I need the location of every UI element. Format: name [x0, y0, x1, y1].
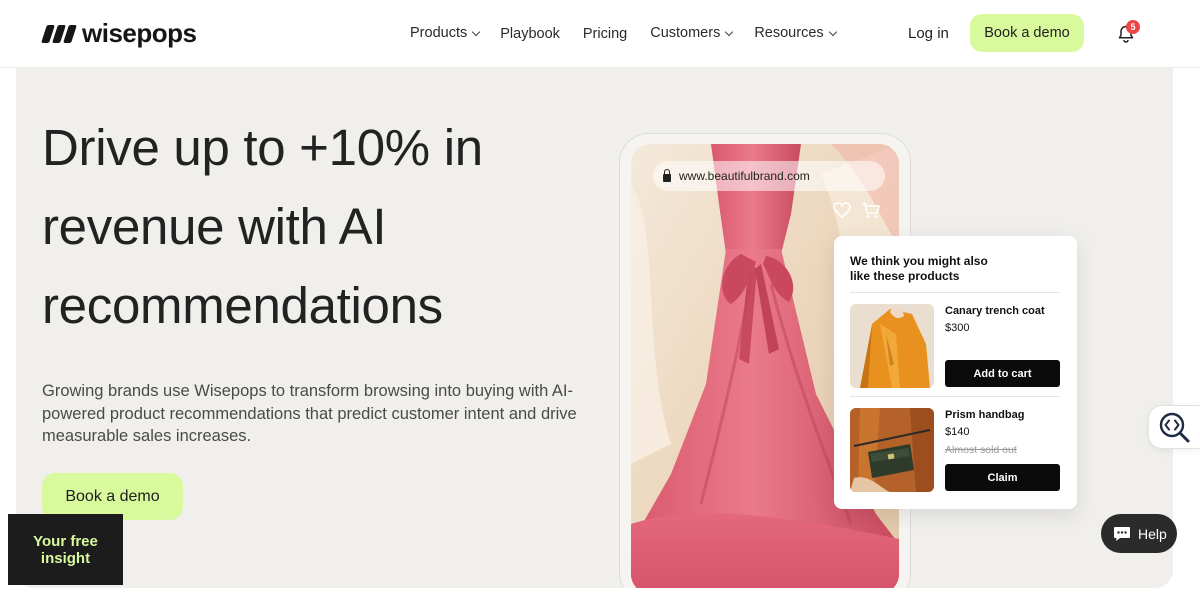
nav-label: Pricing — [582, 26, 628, 42]
add-to-cart-button[interactable]: Add to cart — [945, 360, 1060, 387]
hero-book-demo-button[interactable]: Book a demo — [42, 473, 183, 520]
nav-label: Customers — [650, 25, 721, 41]
product-name: Prism handbag — [945, 409, 1025, 421]
recommendation-card: We think you might also like these produ… — [834, 236, 1077, 509]
headline-line: revenue with AI — [42, 198, 387, 255]
nav-customers[interactable]: Customers — [650, 24, 734, 42]
login-link[interactable]: Log in — [908, 25, 949, 42]
free-insight-tab[interactable]: Your free insight — [8, 514, 123, 585]
heart-icon — [833, 202, 851, 218]
url-text: www.beautifulbrand.com — [679, 169, 810, 183]
help-label: Help — [1138, 525, 1167, 542]
cart-icon — [862, 202, 880, 218]
product-price: $300 — [945, 322, 970, 334]
lock-icon — [663, 168, 671, 182]
divider — [850, 396, 1059, 397]
page: wisepops Products Playbook Pricing Custo… — [0, 0, 1200, 595]
nav-resources[interactable]: Resources — [754, 24, 837, 42]
side-tab-widget[interactable] — [1148, 405, 1200, 449]
brand-logo[interactable]: wisepops — [41, 18, 197, 49]
nav-label: Playbook — [500, 26, 560, 42]
headline-line: recommendations — [42, 277, 443, 334]
insight-label: Your free insight — [33, 532, 98, 567]
brand-name: wisepops — [82, 18, 197, 48]
hero-headline: Drive up to +10% in revenue with AI reco… — [42, 108, 602, 345]
nav-pricing[interactable]: Pricing — [583, 26, 627, 42]
recommendation-title: We think you might also like these produ… — [850, 254, 988, 283]
chevron-down-icon — [725, 27, 734, 36]
nav-playbook[interactable]: Playbook — [500, 26, 560, 42]
notification-badge: 5 — [1126, 20, 1140, 34]
chevron-down-icon — [471, 27, 481, 36]
product-name: Canary trench coat — [945, 305, 1045, 317]
nav-label: Products — [410, 25, 468, 41]
header-book-demo-button[interactable]: Book a demo — [970, 14, 1084, 52]
divider — [850, 292, 1059, 293]
product-image-trench-coat[interactable] — [850, 304, 934, 388]
phone-action-icons — [833, 202, 880, 219]
logo-mark-icon — [41, 24, 77, 43]
site-header: wisepops Products Playbook Pricing Custo… — [0, 0, 1200, 68]
headline-line: Drive up to +10% in — [42, 119, 483, 176]
main-nav: Products Playbook Pricing Customers Reso… — [410, 24, 837, 42]
hero-subtext: Growing brands use Wisepops to transform… — [42, 382, 577, 445]
hero-section: Drive up to +10% in revenue with AI reco… — [16, 68, 1173, 588]
product-image-handbag[interactable] — [850, 408, 934, 492]
nav-products[interactable]: Products — [410, 24, 481, 42]
product-price: $140 — [945, 426, 970, 438]
chevron-down-icon — [828, 27, 837, 36]
search-code-icon — [1159, 412, 1190, 443]
stock-note: Almost sold out — [945, 444, 1017, 456]
claim-button[interactable]: Claim — [945, 464, 1060, 491]
nav-label: Resources — [754, 25, 824, 41]
browser-url-bar: www.beautifulbrand.com — [653, 161, 885, 191]
help-chat-button[interactable]: Help — [1101, 514, 1177, 553]
chat-bubble-icon — [1114, 526, 1130, 541]
